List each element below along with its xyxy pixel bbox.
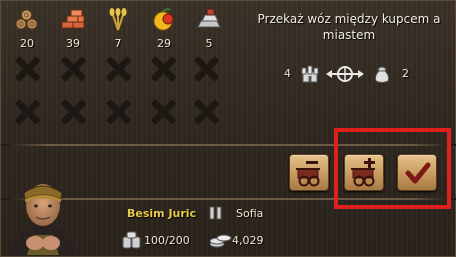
instruction-text: Przekaż wóz między kupcem a miastem [257,12,441,42]
coins-icon [209,234,232,248]
remove-cart-icon [296,161,320,187]
bricks-icon [61,9,85,29]
good-quantity: 39 [66,37,80,50]
empty-slot-x-icon [13,99,41,125]
empty-slot-x-icon [13,56,41,82]
empty-slot-x-icon [104,56,132,82]
merchant-cart-count: 2 [402,67,409,80]
merchant-portrait [9,184,77,255]
goods-row: 20 39 7 29 5 [7,7,232,50]
empty-slot-x-icon [149,56,177,82]
trade-panel: 20 39 7 29 5 Przekaż wóz między kupcem a… [0,0,456,257]
remove-cart-button[interactable] [289,154,329,191]
good-quantity: 7 [114,37,122,50]
city-cart-count: 4 [284,67,291,80]
city-castle-icon [301,65,319,83]
merchant-name: Besim Juric [127,207,197,220]
merchant-money: 4,029 [232,234,264,247]
good-bricks[interactable]: 39 [53,7,93,50]
empty-slot-x-icon [192,56,220,82]
empty-slot-x-icon [192,99,220,125]
highlight-box [334,128,451,209]
cart-transfer-indicator: 4 2 [279,63,419,85]
good-wheat[interactable]: 7 [98,7,138,50]
good-fruit[interactable]: 29 [144,7,184,50]
good-wood[interactable]: 20 [7,7,47,50]
good-quantity: 5 [205,37,213,50]
empty-slot-x-icon [104,99,132,125]
empty-slot-x-icon [149,99,177,125]
empty-slot-x-icon [59,99,87,125]
wheat-icon [109,8,127,31]
cargo-capacity: 100/200 [144,234,190,247]
merchant-sack-icon [374,66,390,83]
city-pillar-icon [209,206,222,220]
cart-exchange-icon [326,66,364,82]
good-quantity: 29 [157,37,171,50]
good-iron[interactable]: 5 [189,7,229,50]
cargo-barrels-icon [122,231,141,249]
merchant-city: Sofia [236,207,264,220]
good-quantity: 20 [20,37,34,50]
wood-logs-icon [15,9,38,30]
fruit-icon [153,8,174,31]
iron-ingots-icon [197,8,221,28]
empty-slot-x-icon [59,56,87,82]
